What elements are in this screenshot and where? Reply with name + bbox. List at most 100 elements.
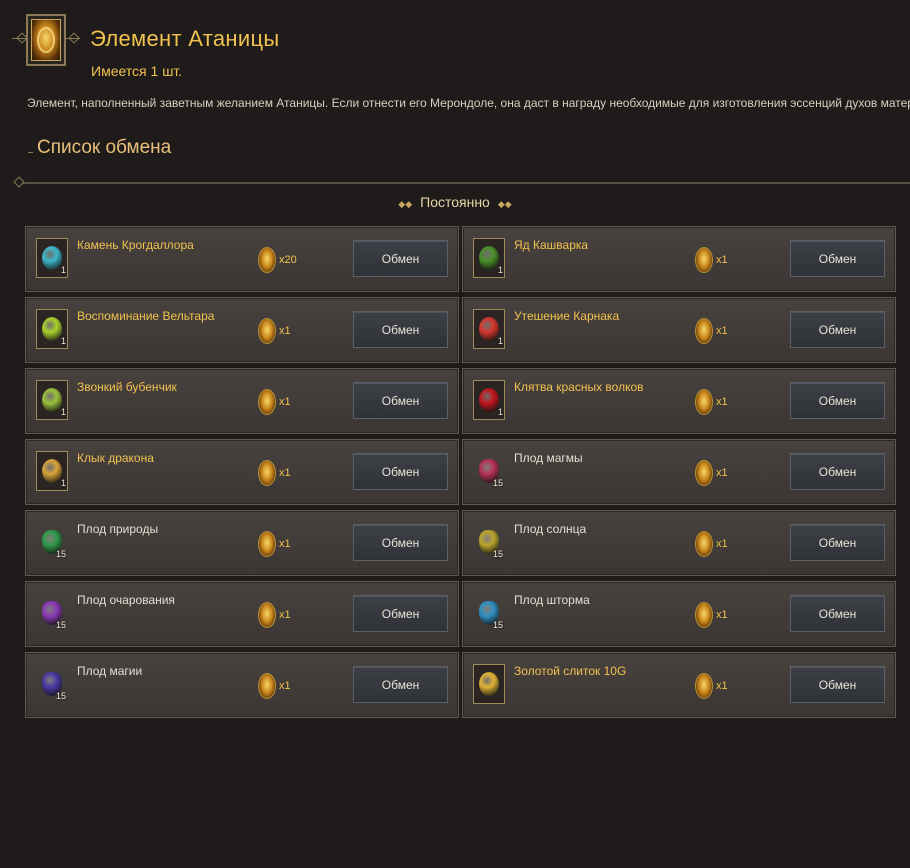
item-quantity: 1 (497, 265, 503, 275)
atanica-element-coin-icon (695, 389, 713, 415)
item-name: Плод магмы (514, 451, 583, 465)
exchange-cost: x1 (695, 530, 728, 558)
veltar-memory-icon[interactable]: 1 (36, 309, 68, 349)
exchange-button[interactable]: Обмен (790, 595, 885, 632)
cost-quantity: x1 (716, 680, 728, 692)
item-quantity: 15 (55, 691, 66, 701)
item-quantity: 15 (55, 549, 66, 559)
section-divider (20, 182, 910, 184)
atanica-element-coin-icon (258, 318, 276, 344)
cost-quantity: x1 (716, 609, 728, 621)
item-name: Яд Кашварка (514, 238, 589, 252)
exchange-cost: x1 (258, 601, 291, 629)
exchange-button[interactable]: Обмен (353, 595, 448, 632)
exchange-cost: x1 (695, 672, 728, 700)
exchange-cost: x1 (695, 388, 728, 416)
cost-quantity: x1 (279, 609, 291, 621)
exchange-cost: x1 (695, 246, 728, 274)
cost-quantity: x1 (716, 396, 728, 408)
exchange-cost: x1 (258, 530, 291, 558)
atanica-element-coin-icon (695, 673, 713, 699)
magic-fruit-icon[interactable]: 15 (36, 664, 68, 704)
exchange-button[interactable]: Обмен (353, 382, 448, 419)
cost-quantity: x1 (279, 538, 291, 550)
exchange-row: 15 Плод магии x1 Обмен (25, 652, 459, 718)
item-name: Воспоминание Вельтара (77, 309, 215, 323)
karnak-solace-icon[interactable]: 1 (473, 309, 505, 349)
owned-count: Имеется 1 шт. (91, 63, 183, 79)
item-name: Плод магии (77, 664, 143, 678)
magma-fruit-icon[interactable]: 15 (473, 451, 505, 491)
exchange-row: 15 Плод солнца x1 Обмен (462, 510, 896, 576)
item-name: Плод очарования (77, 593, 175, 607)
ringing-bell-icon[interactable]: 1 (36, 380, 68, 420)
item-image (479, 246, 499, 270)
storm-fruit-icon[interactable]: 15 (473, 593, 505, 633)
red-wolves-oath-icon[interactable]: 1 (473, 380, 505, 420)
exchange-button[interactable]: Обмен (353, 453, 448, 490)
sun-fruit-icon[interactable]: 15 (473, 522, 505, 562)
exchange-row: Золотой слиток 10G x1 Обмен (462, 652, 896, 718)
ornament-right-icon: ◆◆ (497, 199, 512, 209)
exchange-row: 1 Камень Крогдаллора x20 Обмен (25, 226, 459, 292)
exchange-cost: x1 (258, 317, 291, 345)
atanica-element-coin-icon (695, 460, 713, 486)
dragon-fang-icon[interactable]: 1 (36, 451, 68, 491)
cost-quantity: x1 (279, 467, 291, 479)
exchange-button[interactable]: Обмен (790, 524, 885, 561)
exchange-button[interactable]: Обмен (353, 666, 448, 703)
exchange-button[interactable]: Обмен (353, 524, 448, 561)
exchange-list: 1 Камень Крогдаллора x20 Обмен 1 Яд Кашварка x… (25, 226, 896, 718)
atanica-element-coin-icon (695, 318, 713, 344)
cost-quantity: x20 (279, 254, 297, 266)
exchange-cost: x20 (258, 246, 297, 274)
kashvark-poison-icon[interactable]: 1 (473, 238, 505, 278)
exchange-row: 1 Яд Кашварка x1 Обмен (462, 226, 896, 292)
item-quantity: 15 (492, 478, 503, 488)
exchange-button[interactable]: Обмен (790, 240, 885, 277)
exchange-row: 1 Клык дракона x1 Обмен (25, 439, 459, 505)
section-title: Список обмена (37, 137, 172, 158)
exchange-button[interactable]: Обмен (790, 666, 885, 703)
exchange-button[interactable]: Обмен (353, 240, 448, 277)
exchange-row: 1 Утешение Карнака x1 Обмен (462, 297, 896, 363)
exchange-cost: x1 (258, 672, 291, 700)
item-quantity: 1 (60, 407, 66, 417)
exchange-button[interactable]: Обмен (790, 311, 885, 348)
item-name: Клятва красных волков (514, 380, 644, 394)
item-title: Элемент Атаницы (90, 26, 280, 51)
krogdallor-stone-icon[interactable]: 1 (36, 238, 68, 278)
exchange-cost: x1 (258, 388, 291, 416)
charm-fruit-icon[interactable]: 15 (36, 593, 68, 633)
item-image (42, 317, 62, 341)
exchange-cost: x1 (258, 459, 291, 487)
exchange-button[interactable]: Обмен (790, 453, 885, 490)
item-name: Клык дракона (77, 451, 154, 465)
item-description: Элемент, наполненный заветным желанием А… (27, 96, 910, 110)
atanica-element-coin-icon (258, 673, 276, 699)
item-quantity: 15 (492, 549, 503, 559)
item-quantity: 1 (60, 265, 66, 275)
exchange-row: 15 Плод шторма x1 Обмен (462, 581, 896, 647)
cost-quantity: x1 (716, 254, 728, 266)
item-name: Золотой слиток 10G (514, 664, 627, 678)
item-name: Звонкий бубенчик (77, 380, 177, 394)
exchange-button[interactable]: Обмен (790, 382, 885, 419)
exchange-row: 15 Плод магмы x1 Обмен (462, 439, 896, 505)
item-name: Плод природы (77, 522, 159, 536)
nature-fruit-icon[interactable]: 15 (36, 522, 68, 562)
item-name: Плод шторма (514, 593, 590, 607)
atanica-element-coin-icon (258, 460, 276, 486)
cost-quantity: x1 (279, 325, 291, 337)
exchange-row: 1 Звонкий бубенчик x1 Обмен (25, 368, 459, 434)
gold-ingot-icon[interactable] (473, 664, 505, 704)
cost-quantity: x1 (279, 396, 291, 408)
cost-quantity: x1 (716, 325, 728, 337)
atanica-element-coin-icon (695, 247, 713, 273)
item-header: Элемент Атаницы Имеется 1 шт. (12, 12, 892, 82)
exchange-button[interactable]: Обмен (353, 311, 448, 348)
exchange-row: 1 Воспоминание Вельтара x1 Обмен (25, 297, 459, 363)
item-image (479, 672, 499, 696)
exchange-row: 15 Плод природы x1 Обмен (25, 510, 459, 576)
atanica-element-coin-icon (258, 247, 276, 273)
